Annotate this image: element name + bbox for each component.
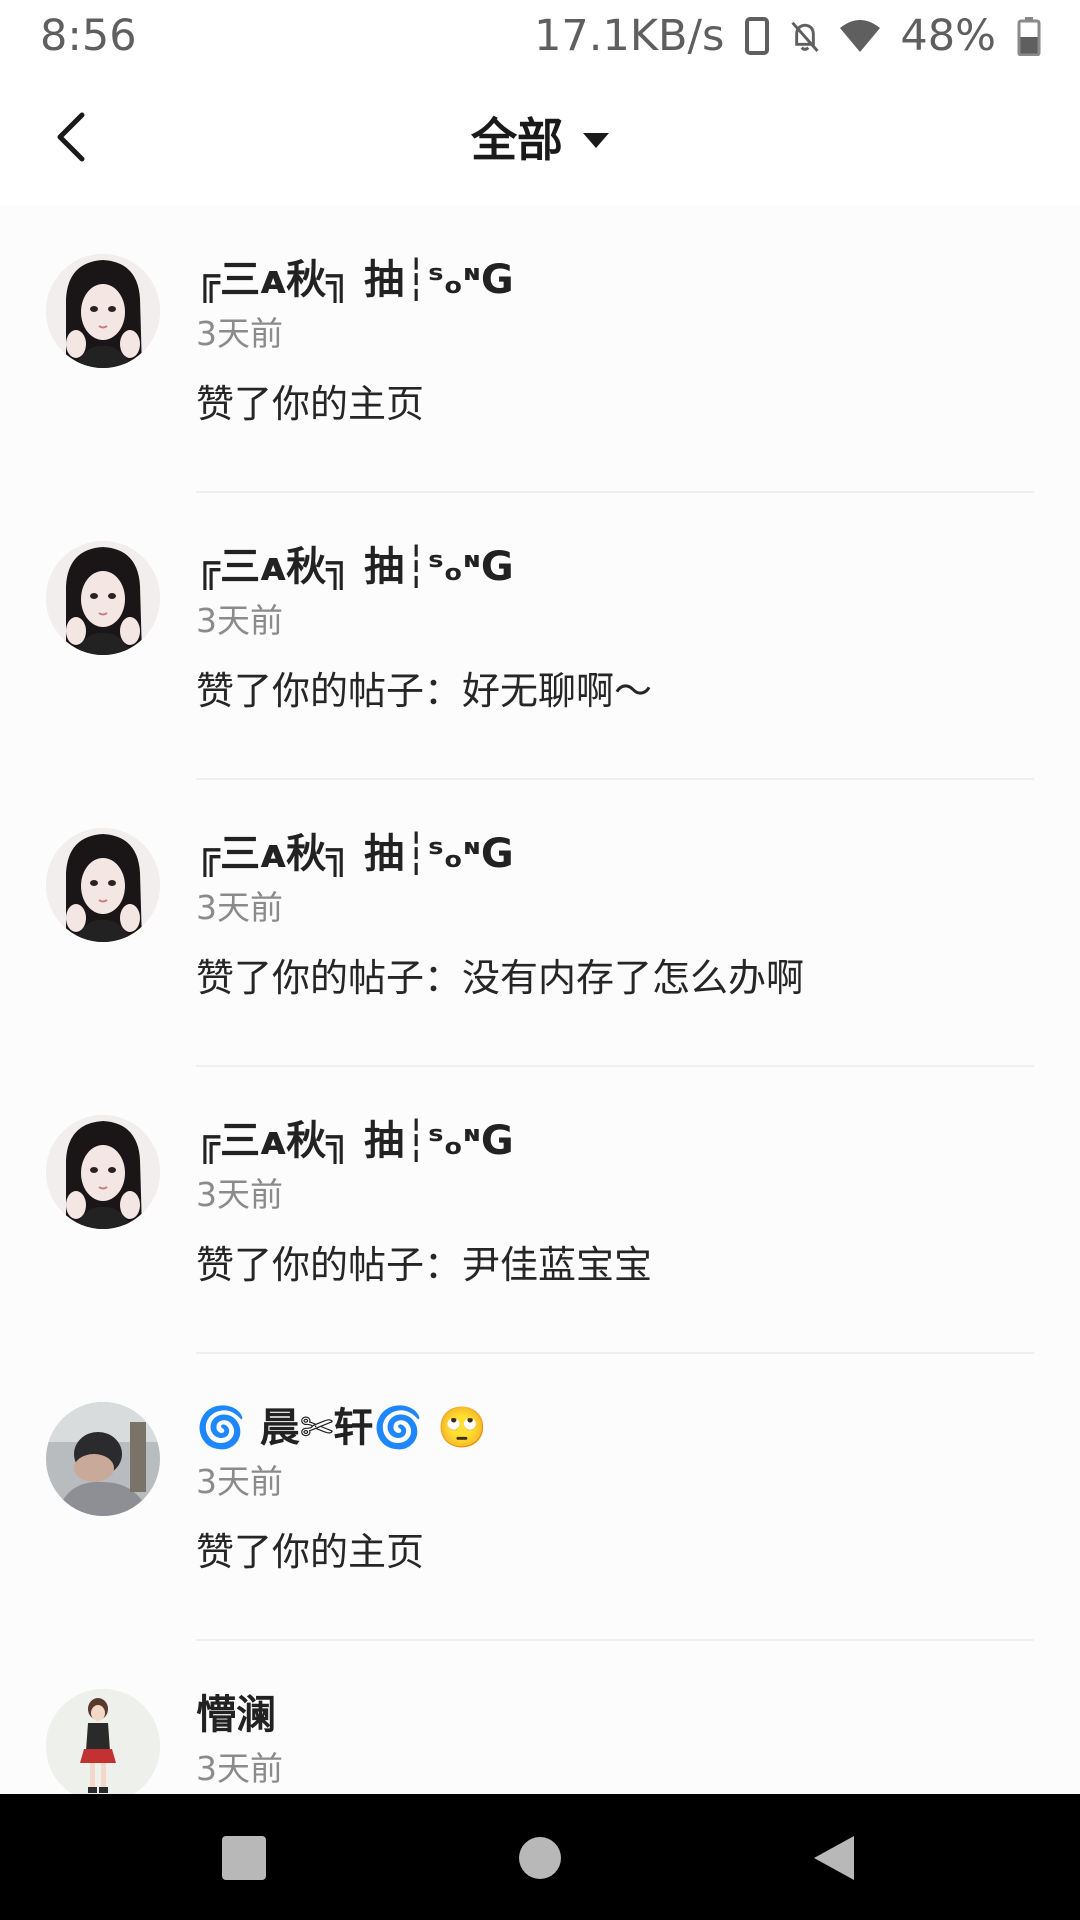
timestamp: 3天前: [196, 888, 283, 927]
list-item[interactable]: ╔三ᴀ秋╗ 抽┆ˢₒᶰG 3天前 赞了你的帖子：没有内存了怎么办啊: [0, 780, 1080, 1067]
action-text: 赞了你的帖子：没有内存了怎么办啊: [196, 956, 805, 1000]
action-text: 赞了你的帖子：好无聊啊～: [196, 669, 653, 713]
avatar-girl-dark-icon: [46, 828, 160, 942]
caret-down-icon: [583, 132, 609, 148]
notification-list[interactable]: ╔三ᴀ秋╗ 抽┆ˢₒᶰG 3天前 赞了你的主页 ╔三ᴀ秋╗ 抽┆ˢₒᶰG 3天前…: [0, 206, 1080, 1794]
home-icon[interactable]: [516, 1834, 564, 1882]
navigation-bar: [0, 1794, 1080, 1920]
avatar-girl-dark-icon: [46, 1115, 160, 1229]
timestamp: 3天前: [196, 314, 283, 353]
avatar[interactable]: [46, 1115, 160, 1229]
recents-icon[interactable]: [220, 1834, 268, 1882]
user-name[interactable]: ╔三ᴀ秋╗ 抽┆ˢₒᶰG: [196, 1113, 514, 1169]
action-text: 赞了你的主页: [196, 1530, 425, 1574]
avatar[interactable]: [46, 828, 160, 942]
avatar-girl-dark-icon: [46, 541, 160, 655]
avatar[interactable]: [46, 1402, 160, 1516]
timestamp: 3天前: [196, 1175, 283, 1214]
page-title: 全部: [471, 113, 563, 167]
battery-icon: [1014, 15, 1044, 57]
bell-off-icon: [790, 15, 820, 57]
list-item[interactable]: ╔三ᴀ秋╗ 抽┆ˢₒᶰG 3天前 赞了你的帖子：尹佳蓝宝宝: [0, 1067, 1080, 1354]
list-item[interactable]: ╔三ᴀ秋╗ 抽┆ˢₒᶰG 3天前 赞了你的帖子：好无聊啊～: [0, 493, 1080, 780]
user-name[interactable]: 懵澜: [196, 1687, 276, 1743]
battery-percent: 48%: [900, 11, 996, 61]
list-item[interactable]: 🌀 晨✄轩🌀 🙄 3天前 赞了你的主页: [0, 1354, 1080, 1641]
action-text: 赞了你的帖子：尹佳蓝宝宝: [196, 1243, 653, 1287]
phone-icon: [742, 15, 772, 57]
filter-dropdown[interactable]: 全部: [0, 102, 1080, 172]
timestamp: 3天前: [196, 1462, 283, 1501]
avatar[interactable]: [46, 541, 160, 655]
list-item[interactable]: 懵澜 3天前: [0, 1641, 1080, 1794]
avatar-photo-icon: [46, 1402, 160, 1516]
header: 全部: [0, 72, 1080, 206]
back-icon[interactable]: [810, 1834, 858, 1882]
status-time: 8:56: [40, 11, 137, 61]
timestamp: 3天前: [196, 1749, 283, 1788]
timestamp: 3天前: [196, 601, 283, 640]
avatar[interactable]: [46, 254, 160, 368]
status-icons: 17.1KB/s 48%: [534, 8, 1044, 64]
user-name[interactable]: ╔三ᴀ秋╗ 抽┆ˢₒᶰG: [196, 252, 514, 308]
avatar[interactable]: [46, 1689, 160, 1794]
avatar-cartoon-girl-icon: [46, 1689, 160, 1794]
action-text: 赞了你的主页: [196, 382, 425, 426]
user-name[interactable]: ╔三ᴀ秋╗ 抽┆ˢₒᶰG: [196, 539, 514, 595]
wifi-icon: [838, 15, 882, 57]
user-name[interactable]: ╔三ᴀ秋╗ 抽┆ˢₒᶰG: [196, 826, 514, 882]
user-name[interactable]: 🌀 晨✄轩🌀 🙄: [196, 1400, 487, 1456]
avatar-girl-dark-icon: [46, 254, 160, 368]
status-bar: 8:56 17.1KB/s 48%: [0, 0, 1080, 72]
network-speed: 17.1KB/s: [534, 11, 725, 61]
list-item[interactable]: ╔三ᴀ秋╗ 抽┆ˢₒᶰG 3天前 赞了你的主页: [0, 206, 1080, 493]
